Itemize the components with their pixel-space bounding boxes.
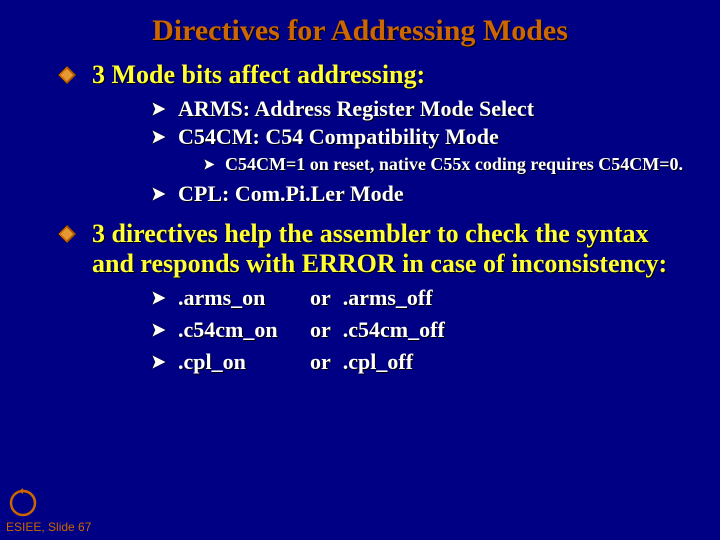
arrow-bullet-icon <box>152 187 166 201</box>
sub-list-note: C54CM=1 on reset, native C55x coding req… <box>204 154 690 176</box>
bullet-l2-text: C54CM: C54 Compatibility Mode <box>178 124 499 150</box>
directive-on: .arms_on <box>178 285 298 311</box>
bullet-l1-text: 3 Mode bits affect addressing: <box>92 60 425 90</box>
arrow-bullet-icon <box>204 159 215 170</box>
slide-content: 3 Mode bits affect addressing: ARMS: Add… <box>0 60 720 375</box>
slide-footer: ESIEE, Slide 67 <box>6 520 91 534</box>
arrow-bullet-icon <box>152 102 166 116</box>
arrow-bullet-icon <box>152 130 166 144</box>
bullet-l3-text: C54CM=1 on reset, native C55x coding req… <box>225 154 683 176</box>
arrow-bullet-icon <box>152 355 166 369</box>
bullet-l2: .cpl_on or .cpl_off <box>152 349 690 375</box>
directive-row: .arms_on or .arms_off <box>178 285 433 311</box>
directive-row: .cpl_on or .cpl_off <box>178 349 413 375</box>
bullet-l2-text: CPL: Com.Pi.Ler Mode <box>178 181 404 207</box>
bullet-l1: 3 Mode bits affect addressing: <box>58 60 690 90</box>
bullet-l2: C54CM: C54 Compatibility Mode <box>152 124 690 150</box>
sub-list-cpl: CPL: Com.Pi.Ler Mode <box>152 181 690 207</box>
directive-on: .c54cm_on <box>178 317 298 343</box>
directive-off: .arms_off <box>343 285 433 311</box>
sub-list-directives: .arms_on or .arms_off .c54cm_on or .c54c… <box>152 285 690 375</box>
bullet-l1-text: 3 directives help the assembler to check… <box>92 219 690 279</box>
bullet-l2: ARMS: Address Register Mode Select <box>152 96 690 122</box>
bullet-l1: 3 directives help the assembler to check… <box>58 219 690 279</box>
return-logo-icon <box>8 488 38 518</box>
directive-row: .c54cm_on or .c54cm_off <box>178 317 445 343</box>
bullet-l3: C54CM=1 on reset, native C55x coding req… <box>204 154 690 176</box>
directive-off: .cpl_off <box>343 349 413 375</box>
directive-or: or <box>310 349 331 375</box>
bullet-l2: CPL: Com.Pi.Ler Mode <box>152 181 690 207</box>
directive-on: .cpl_on <box>178 349 298 375</box>
slide-title: Directives for Addressing Modes <box>0 0 720 60</box>
bullet-l2: .c54cm_on or .c54cm_off <box>152 317 690 343</box>
directive-or: or <box>310 317 331 343</box>
bullet-l2: .arms_on or .arms_off <box>152 285 690 311</box>
arrow-bullet-icon <box>152 291 166 305</box>
diamond-bullet-icon <box>58 225 76 243</box>
directive-or: or <box>310 285 331 311</box>
directive-off: .c54cm_off <box>343 317 445 343</box>
bullet-l2-text: ARMS: Address Register Mode Select <box>178 96 534 122</box>
diamond-bullet-icon <box>58 66 76 84</box>
sub-list-modes: ARMS: Address Register Mode Select C54CM… <box>152 96 690 150</box>
arrow-bullet-icon <box>152 323 166 337</box>
